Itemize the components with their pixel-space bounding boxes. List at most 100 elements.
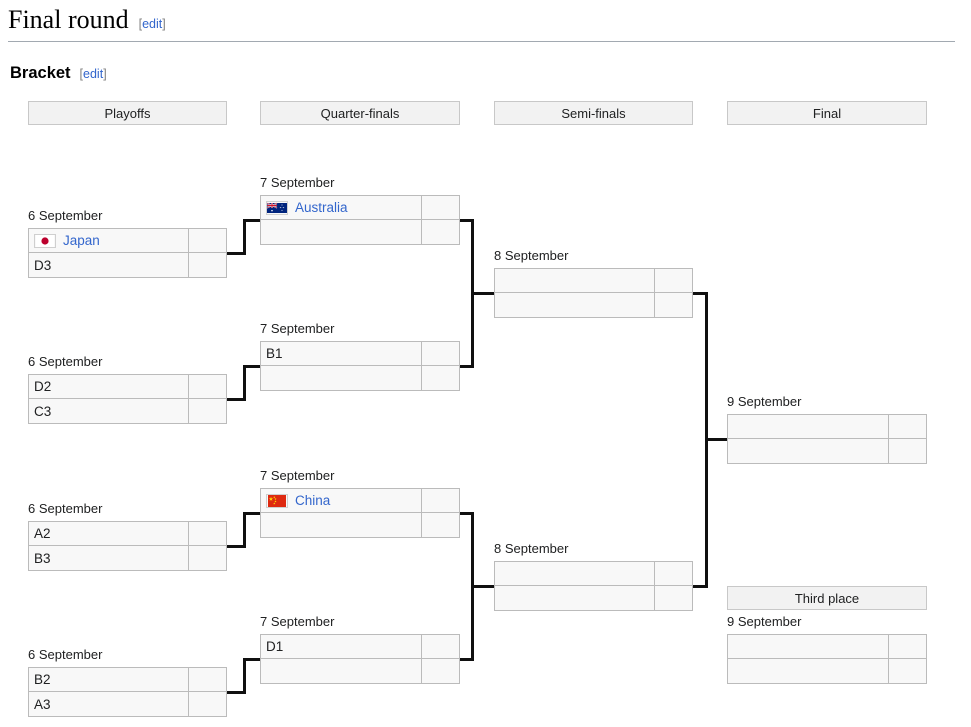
match-row[interactable] bbox=[494, 268, 693, 293]
match-row[interactable] bbox=[260, 220, 460, 245]
match-row[interactable]: C3 bbox=[28, 399, 227, 424]
score-cell bbox=[188, 253, 226, 277]
edit-label: edit bbox=[83, 67, 104, 81]
team-name: B1 bbox=[266, 346, 283, 361]
score-cell bbox=[188, 375, 226, 398]
section-heading-row: Final round [edit] bbox=[8, 4, 955, 36]
score-cell bbox=[421, 366, 459, 390]
team-name: B3 bbox=[34, 550, 51, 566]
round-header-quarter-finals: Quarter-finals bbox=[260, 101, 460, 125]
team-cell bbox=[495, 586, 654, 610]
team-cell bbox=[495, 562, 654, 585]
connector bbox=[243, 365, 246, 401]
round-header-third-place: Third place bbox=[727, 586, 927, 610]
match-row[interactable] bbox=[260, 513, 460, 538]
match-row[interactable]: D2 bbox=[28, 374, 227, 399]
match-final: 9 September bbox=[727, 394, 927, 464]
team-cell bbox=[261, 220, 421, 244]
score-cell bbox=[421, 196, 459, 219]
match-row[interactable]: Australia bbox=[260, 195, 460, 220]
score-cell bbox=[188, 522, 226, 545]
match-semifinal-1: 8 September bbox=[494, 248, 693, 318]
round-header-semi-finals: Semi-finals bbox=[494, 101, 693, 125]
match-date: 7 September bbox=[260, 468, 335, 483]
match-playoff-1: 6 September Japan D3 bbox=[28, 208, 227, 278]
team-name: D1 bbox=[266, 639, 284, 654]
match-row[interactable] bbox=[260, 659, 460, 684]
subsection-title: Bracket bbox=[10, 64, 71, 82]
team-cell bbox=[261, 659, 421, 683]
match-playoff-2: 6 September D2 C3 bbox=[28, 354, 227, 424]
subsection-heading-row: Bracket [edit] bbox=[10, 62, 107, 84]
match-row[interactable]: D3 bbox=[28, 253, 227, 278]
score-cell bbox=[188, 668, 226, 691]
section-divider bbox=[8, 41, 955, 42]
match-row[interactable] bbox=[494, 561, 693, 586]
round-header-final: Final bbox=[727, 101, 927, 125]
team-cell: D2 bbox=[29, 375, 188, 398]
match-row[interactable] bbox=[727, 659, 927, 684]
team-name: B2 bbox=[34, 672, 51, 687]
match-quarterfinal-1: 7 September Australia bbox=[260, 175, 460, 245]
match-row[interactable]: Japan bbox=[28, 228, 227, 253]
match-date: 6 September bbox=[28, 208, 103, 223]
round-header-playoffs: Playoffs bbox=[28, 101, 227, 125]
connector bbox=[243, 658, 246, 694]
score-cell bbox=[188, 399, 226, 423]
match-date: 6 September bbox=[28, 354, 103, 369]
score-cell bbox=[888, 635, 926, 658]
team-name: A3 bbox=[34, 696, 51, 712]
team-cell bbox=[728, 635, 888, 658]
team-cell bbox=[261, 513, 421, 537]
team-cell: Australia bbox=[261, 196, 421, 219]
match-quarterfinal-3: 7 September China bbox=[260, 468, 460, 538]
team-cell: B2 bbox=[29, 668, 188, 691]
team-cell: B3 bbox=[29, 546, 188, 570]
match-row[interactable]: A2 bbox=[28, 521, 227, 546]
match-row[interactable]: A3 bbox=[28, 692, 227, 717]
score-cell bbox=[421, 220, 459, 244]
match-playoff-4: 6 September B2 A3 bbox=[28, 647, 227, 717]
match-row[interactable] bbox=[494, 293, 693, 318]
edit-subsection-link[interactable]: [edit] bbox=[80, 67, 107, 81]
edit-section-link[interactable]: [edit] bbox=[139, 17, 166, 31]
team-cell bbox=[728, 415, 888, 438]
score-cell bbox=[654, 562, 692, 585]
score-cell bbox=[421, 635, 459, 658]
match-row[interactable]: D1 bbox=[260, 634, 460, 659]
score-cell bbox=[188, 692, 226, 716]
team-cell: B1 bbox=[261, 342, 421, 365]
match-date: 7 September bbox=[260, 321, 335, 336]
team-name[interactable]: Japan bbox=[63, 233, 100, 248]
match-row[interactable] bbox=[727, 439, 927, 464]
match-date: 9 September bbox=[727, 394, 802, 409]
match-row[interactable] bbox=[260, 366, 460, 391]
score-cell bbox=[888, 659, 926, 683]
team-cell bbox=[728, 659, 888, 683]
score-cell bbox=[421, 659, 459, 683]
match-date: 9 September bbox=[727, 614, 802, 629]
score-cell bbox=[654, 269, 692, 292]
match-row[interactable]: B3 bbox=[28, 546, 227, 571]
match-date: 6 September bbox=[28, 647, 103, 662]
match-date: 8 September bbox=[494, 541, 569, 556]
match-date: 8 September bbox=[494, 248, 569, 263]
team-cell: China bbox=[261, 489, 421, 512]
match-row[interactable] bbox=[494, 586, 693, 611]
match-quarterfinal-4: 7 September D1 bbox=[260, 614, 460, 684]
australia-flag bbox=[266, 200, 288, 215]
team-cell: D1 bbox=[261, 635, 421, 658]
match-semifinal-2: 8 September bbox=[494, 541, 693, 611]
team-cell: A3 bbox=[29, 692, 188, 716]
match-row[interactable]: B1 bbox=[260, 341, 460, 366]
match-row[interactable] bbox=[727, 634, 927, 659]
match-date: 7 September bbox=[260, 175, 335, 190]
team-cell: C3 bbox=[29, 399, 188, 423]
match-row[interactable] bbox=[727, 414, 927, 439]
score-cell bbox=[888, 439, 926, 463]
match-row[interactable]: China bbox=[260, 488, 460, 513]
team-cell: Japan bbox=[29, 229, 188, 252]
team-name[interactable]: China bbox=[295, 493, 330, 508]
match-row[interactable]: B2 bbox=[28, 667, 227, 692]
team-name[interactable]: Australia bbox=[295, 200, 348, 215]
